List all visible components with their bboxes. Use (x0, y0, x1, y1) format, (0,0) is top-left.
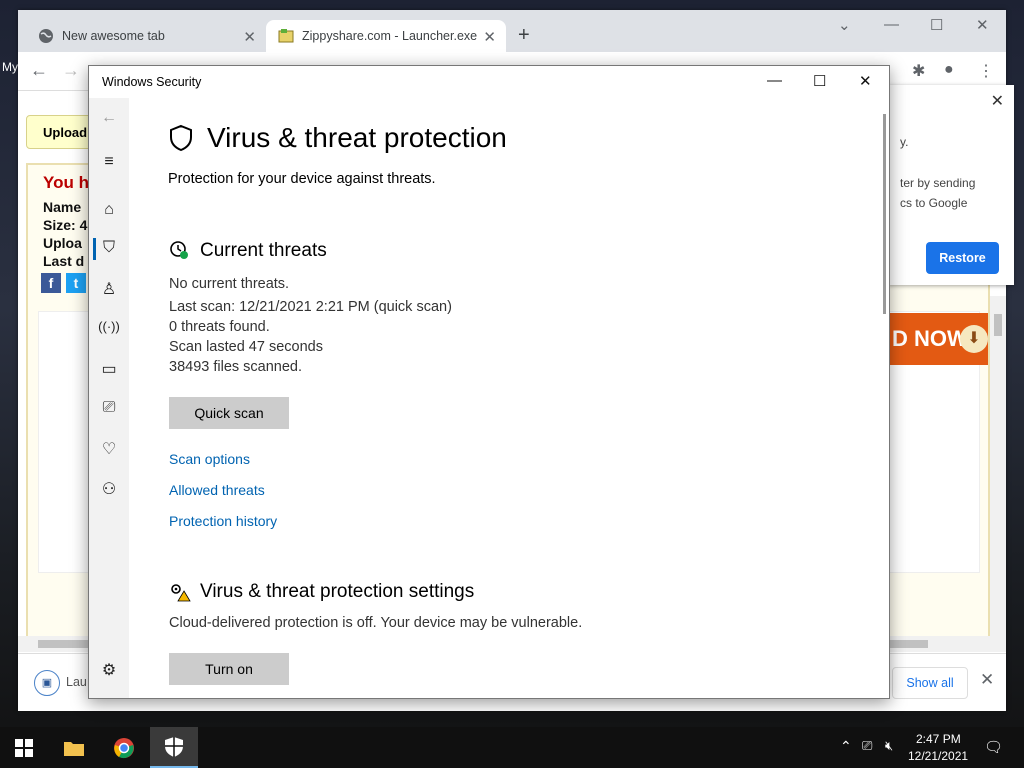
maximize-icon[interactable]: ☐ (930, 16, 943, 34)
page-title: Virus & threat protection (207, 122, 507, 153)
taskbar: ⌃ ⎚ 🔇︎ 2:47 PM 12/21/2021 🗨︎ (0, 727, 1024, 768)
notifications-icon[interactable]: 🗨︎ (984, 738, 1003, 756)
chrome-menu-icon[interactable]: ⋮ (978, 61, 994, 81)
shield-icon (165, 736, 183, 757)
tab-title: Zippyshare.com - Launcher.exe (302, 29, 478, 43)
allowed-threats-link[interactable]: Allowed threats (169, 482, 265, 498)
tab-search-icon[interactable]: ⌄ (838, 16, 851, 34)
upload-date-label: Uploa (43, 235, 82, 251)
account-icon[interactable]: ♙ (89, 279, 129, 299)
close-tab-icon[interactable]: ✕ (483, 28, 496, 46)
windows-security-taskbar-icon[interactable] (150, 727, 198, 768)
last-download-label: Last d (43, 253, 85, 269)
menu-icon[interactable]: ≡ (89, 153, 129, 171)
current-threats-title: Current threats (200, 240, 327, 261)
health-icon[interactable]: ♡ (89, 439, 129, 459)
popup-text-line: y. (900, 135, 909, 149)
popup-text-line: ter by sending (900, 176, 976, 190)
window-title: Windows Security (102, 75, 202, 89)
tab-strip: New awesome tab ✕ Zippyshare.com - Launc… (18, 10, 1006, 52)
close-tab-icon[interactable]: ✕ (243, 28, 256, 46)
current-threats-icon (170, 241, 188, 259)
scan-duration-line: Scan lasted 47 seconds (169, 339, 323, 355)
shield-icon[interactable]: ⛉ (89, 239, 129, 257)
you-have-heading: You h (43, 173, 89, 192)
close-icon[interactable]: ✕ (859, 72, 872, 90)
shield-icon (170, 124, 192, 152)
clock-time[interactable]: 2:47 PM (916, 732, 961, 746)
download-item-name[interactable]: Lau (66, 675, 87, 689)
minimize-icon[interactable]: — (767, 72, 782, 89)
download-arrow-icon: ⬇ (960, 325, 988, 353)
content-scrollbar[interactable] (883, 114, 886, 314)
maximize-icon[interactable]: ☐ (813, 72, 826, 90)
firewall-icon[interactable]: ((·)) (89, 319, 129, 334)
desktop-icon-label: My (2, 60, 18, 74)
last-scan-line: Last scan: 12/21/2021 2:21 PM (quick sca… (169, 299, 452, 315)
device-security-icon[interactable]: ⎚ (89, 399, 129, 417)
protection-settings-title: Virus & threat protection settings (200, 581, 475, 602)
file-size-label: Size: 4 (43, 217, 88, 233)
profile-avatar-icon[interactable]: ● (944, 61, 954, 79)
family-icon[interactable]: ⚇ (89, 479, 129, 499)
windows-logo-icon (15, 738, 33, 757)
network-icon[interactable]: ⎚ (862, 738, 872, 754)
scrollbar-thumb[interactable] (994, 314, 1002, 336)
page-subtitle: Protection for your device against threa… (168, 171, 436, 187)
popup-close-icon[interactable]: ✕ (991, 91, 1004, 111)
close-downloads-icon[interactable]: ✕ (980, 670, 994, 690)
settings-icon[interactable]: ⚙ (89, 660, 129, 680)
globe-icon (39, 29, 53, 43)
volume-muted-icon[interactable]: 🔇︎ (885, 738, 893, 754)
tab-title: New awesome tab (62, 29, 165, 43)
back-icon[interactable]: ← (89, 109, 129, 127)
chrome-icon (114, 737, 134, 758)
zippyshare-favicon-icon (278, 29, 294, 43)
quick-scan-button[interactable]: Quick scan (169, 397, 289, 429)
extensions-icon[interactable]: ✱ (912, 61, 925, 81)
show-all-button[interactable]: Show all (892, 667, 968, 699)
protection-history-link[interactable]: Protection history (169, 513, 277, 529)
popup-text-line: cs to Google (900, 196, 968, 210)
clock-date[interactable]: 12/21/2021 (908, 749, 968, 763)
twitter-icon[interactable]: t (66, 273, 86, 293)
file-name-label: Name (43, 199, 82, 215)
threat-status-line: No current threats. (169, 276, 290, 292)
turn-on-button[interactable]: Turn on (169, 653, 289, 685)
threats-found-line: 0 threats found. (169, 319, 270, 335)
restore-pages-popup: ✕ y. ter by sending cs to Google Restore (888, 85, 1014, 285)
new-tab-button[interactable]: + (518, 24, 530, 47)
back-icon[interactable]: ← (30, 60, 48, 81)
minimize-icon[interactable]: — (884, 16, 899, 33)
restore-button[interactable]: Restore (926, 242, 999, 274)
start-button[interactable] (0, 727, 48, 768)
cloud-protection-warning: Cloud-delivered protection is off. Your … (169, 615, 583, 631)
settings-warning-icon (171, 584, 191, 602)
windows-security-window: Windows Security — ☐ ✕ ← ≡ ⌂ ⛉ ♙ ((·)) ▭… (88, 65, 890, 699)
exe-file-icon[interactable]: ▣ (34, 670, 60, 696)
tab-zippyshare[interactable]: Zippyshare.com - Launcher.exe ✕ (266, 20, 506, 52)
files-scanned-line: 38493 files scanned. (169, 359, 303, 375)
close-icon[interactable]: ✕ (976, 16, 989, 34)
facebook-icon[interactable]: f (41, 273, 61, 293)
forward-icon[interactable]: → (62, 60, 80, 81)
folder-icon (64, 741, 84, 756)
home-icon[interactable]: ⌂ (89, 201, 129, 219)
scan-options-link[interactable]: Scan options (169, 451, 250, 467)
page-vertical-scrollbar[interactable] (990, 296, 1006, 636)
chrome-taskbar-icon[interactable] (100, 727, 148, 768)
tab-new-awesome[interactable]: New awesome tab ✕ (26, 20, 266, 52)
app-browser-icon[interactable]: ▭ (89, 359, 129, 379)
security-sidebar: ← ≡ ⌂ ⛉ ♙ ((·)) ▭ ⎚ ♡ ⚇ ⚙ (89, 98, 129, 698)
file-explorer-icon[interactable] (50, 727, 98, 768)
show-hidden-icons[interactable]: ⌃ (840, 738, 852, 755)
